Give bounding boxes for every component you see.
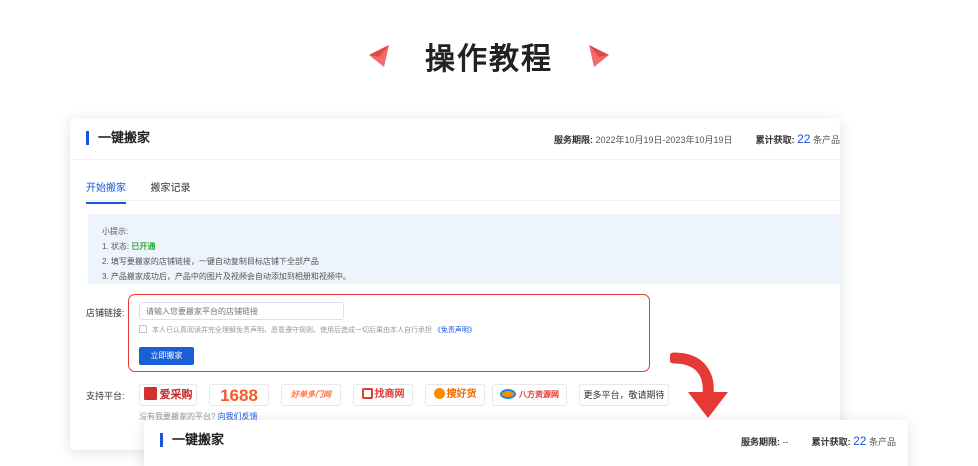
tips-line-2: 2. 填写要搬家的店铺链接，一键自动复制目标店铺下全部产品 [102,257,319,266]
tips-line-1: 1. 状态: 已开通 [102,239,840,254]
aicaigou-logo-icon [143,387,157,400]
panel-header: 一键搬家 服务期限: 2022年10月19日-2023年10月19日 累计获取:… [70,118,840,160]
tips-title: 小提示: [102,227,129,236]
tips-line-3: 3. 产品搬家成功后，产品中的图片及视频会自动添加到相册和视频中。 [102,272,351,281]
agreement: 本人已认真阅读并完全理解免责声明、愿意遵守规则、使用后造成一切后果由本人自行承担… [139,325,476,335]
service-info: 服务期限: 2022年10月19日-2023年10月19日 累计获取: 22 条… [554,132,840,146]
tutorial-title: 操作教程 [425,43,553,76]
platform-haodanduo[interactable]: 好单多门网 [281,384,341,406]
bafang-logo-icon [500,389,516,399]
service-period-label: 服务期限: [553,135,593,145]
more-platforms: 更多平台，敬请期待 [579,384,669,406]
curved-arrow-icon [670,352,728,418]
platform-1688[interactable]: 1688 [209,384,269,406]
obtained-unit: 条产品 [812,135,840,145]
secondary-obtained-count: 22 [853,434,867,448]
service-period-value: 2022年10月19日-2023年10月19日 [595,135,733,145]
secondary-panel: 一键搬家 服务期限: -- 累计获取: 22 条产品 [144,420,908,466]
tips-status-value: 已开通 [131,242,156,251]
platforms-label: 支持平台: [86,391,125,401]
secondary-panel-title: 一键搬家 [160,433,224,447]
platform-label: 找商网 [374,389,405,400]
platform-zhaoshang[interactable]: 找商网 [353,384,413,406]
store-link-input[interactable] [139,302,344,320]
tips-box: 小提示: 1. 状态: 已开通 2. 填写要搬家的店铺链接，一键自动复制目标店铺… [88,214,840,284]
secondary-obtained-unit: 条产品 [868,437,896,447]
tutorial-heading: 操作教程 [0,34,978,78]
tab-move-records[interactable]: 搬家记录 [150,179,190,202]
panel-title: 一键搬家 [86,131,150,145]
secondary-period-value: -- [782,437,789,447]
secondary-service-info: 服务期限: -- 累计获取: 22 条产品 [741,434,896,448]
obtained-count: 22 [797,132,811,146]
zhaoshang-logo-icon [361,388,373,399]
agreement-checkbox[interactable] [139,325,147,333]
platform-label: 爱采购 [159,389,193,401]
tips-status-prefix: 1. 状态: [102,242,130,251]
right-play-icon [589,45,610,67]
souhaohuo-logo-icon [433,388,445,399]
store-link-label: 店铺链接: [86,308,125,318]
tabs-divider [86,200,840,201]
platform-souhaohuo[interactable]: 搜好货 [425,384,485,406]
left-play-icon [368,45,389,67]
tutorial-stage: 操作教程 一键搬家 服务期限: 2022年10月19日-2023年10月19日 … [0,0,978,466]
move-now-button[interactable]: 立即搬家 [139,347,194,365]
obtained-label: 累计获取: [755,135,795,145]
platform-label: 搜好货 [446,389,477,400]
store-link-highlight: 本人已认真阅读并完全理解免责声明、愿意遵守规则、使用后造成一切后果由本人自行承担… [128,294,650,372]
secondary-obtained-label: 累计获取: [811,437,851,447]
agreement-text: 本人已认真阅读并完全理解免责声明、愿意遵守规则、使用后造成一切后果由本人自行承担 [151,327,432,334]
secondary-period-label: 服务期限: [741,437,781,447]
disclaimer-link[interactable]: 《免责声明》 [434,327,476,334]
platform-bafang[interactable]: 八方资源网 [492,384,567,406]
platform-aicaigou[interactable]: 爱采购 [139,384,197,406]
platform-label: 八方资源网 [519,390,559,399]
